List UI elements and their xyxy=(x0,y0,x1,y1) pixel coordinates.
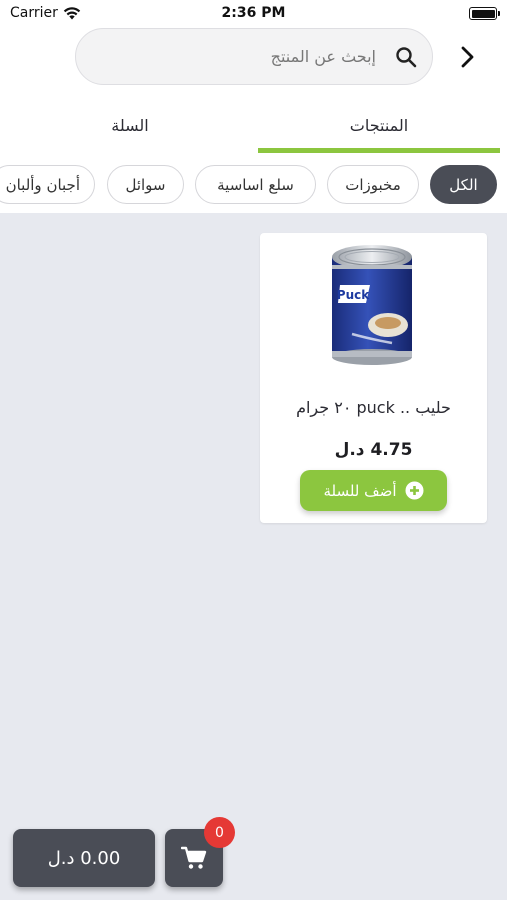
product-price: 4.75 د.ل xyxy=(334,440,413,460)
plus-circle-icon xyxy=(405,481,424,500)
category-chip-basics[interactable]: سلع اساسية xyxy=(195,165,316,204)
tab-products[interactable]: المنتجات xyxy=(258,96,500,154)
category-chip-bakery[interactable]: مخبوزات xyxy=(327,165,419,204)
add-to-cart-label: أضف للسلة xyxy=(323,481,397,500)
search-icon[interactable] xyxy=(394,45,418,69)
cart-total-button[interactable]: 0.00 د.ل xyxy=(13,829,155,887)
product-card[interactable]: Puck حليب .. puck ٢٠ جرام 4.75 د.ل أضف ل… xyxy=(260,233,487,523)
tab-cart[interactable]: السلة xyxy=(10,96,250,154)
search-input[interactable] xyxy=(90,47,376,66)
search-bar[interactable] xyxy=(75,28,433,85)
chevron-right-icon xyxy=(461,46,474,68)
category-filter-bar: الكل مخبوزات سلع اساسية سوائل أجبان وألب… xyxy=(0,165,507,205)
category-chip-all[interactable]: الكل xyxy=(430,165,497,204)
tab-indicator xyxy=(258,148,500,153)
battery-icon xyxy=(469,7,500,20)
category-chip-liquids[interactable]: سوائل xyxy=(107,165,184,204)
add-to-cart-button[interactable]: أضف للسلة xyxy=(300,470,447,511)
product-name: حليب .. puck ٢٠ جرام xyxy=(296,398,451,417)
category-chip-dairy[interactable]: أجبان وألبان xyxy=(0,165,95,204)
cart-count-badge: 0 xyxy=(204,817,235,848)
tab-bar: المنتجات السلة xyxy=(0,96,507,154)
product-logo-text: Puck xyxy=(337,288,370,302)
product-image: Puck xyxy=(332,245,412,365)
back-button[interactable] xyxy=(453,40,483,74)
cart-total-amount: 0.00 د.ل xyxy=(47,847,121,869)
product-list: Puck حليب .. puck ٢٠ جرام 4.75 د.ل أضف ل… xyxy=(0,213,507,900)
shopping-cart-icon xyxy=(181,846,207,869)
status-time: 2:36 PM xyxy=(221,5,286,21)
status-bar: Carrier 2:36 PM xyxy=(0,0,507,28)
